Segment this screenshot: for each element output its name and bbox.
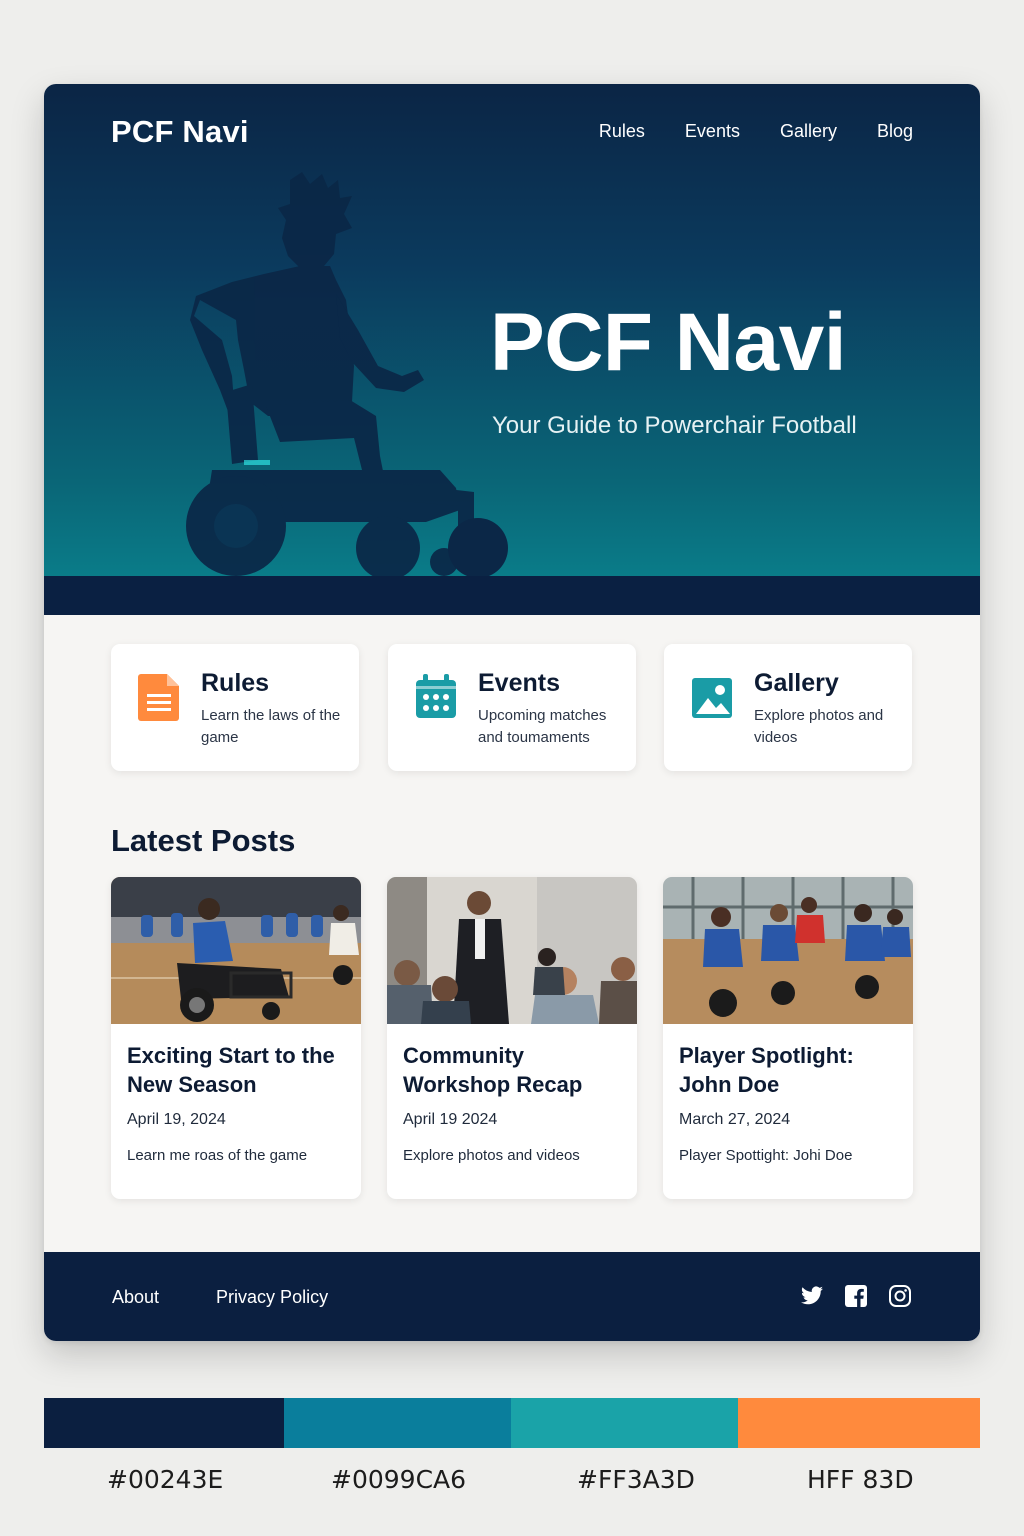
- document-icon: [138, 674, 179, 721]
- post-title[interactable]: Exciting Start to the New Season: [127, 1041, 352, 1099]
- post-date: April 19, 2024: [127, 1111, 226, 1128]
- twitter-icon[interactable]: [800, 1284, 824, 1308]
- palette-label: #FF3A3D: [577, 1465, 695, 1494]
- palette-swatch-navy: [44, 1398, 284, 1448]
- powerchair-player-silhouette: [186, 172, 508, 580]
- ball-icon: [448, 518, 508, 578]
- post-card[interactable]: Community Workshop Recap April 19 2024 E…: [387, 877, 637, 1199]
- nav-gallery[interactable]: Gallery: [780, 121, 837, 142]
- nav-rules[interactable]: Rules: [599, 121, 645, 142]
- latest-posts-heading: Latest Posts: [111, 823, 296, 858]
- color-palette: [44, 1398, 980, 1448]
- post-excerpt: Player Spottight: Johi Doe: [679, 1147, 853, 1164]
- post-title[interactable]: Community Workshop Recap: [403, 1041, 628, 1099]
- feature-title: Events: [478, 669, 560, 697]
- site-footer: About Privacy Policy: [44, 1252, 980, 1341]
- palette-swatch-orange: [738, 1398, 980, 1448]
- hero-section: PCF Navi Rules Events Gallery Blog PCF N…: [44, 84, 980, 615]
- feature-card-rules[interactable]: Rules Learn the laws of the game: [111, 644, 359, 771]
- palette-label: #00243E: [107, 1465, 224, 1494]
- palette-label: #0099CA6: [331, 1465, 467, 1494]
- hero-subtitle: Your Guide to Powerchair Football: [492, 412, 857, 439]
- post-excerpt: Learn me roas of the game: [127, 1147, 308, 1164]
- feature-cards: Rules Learn the laws of the game Events …: [111, 644, 913, 771]
- feature-description: Upcoming matches and toumaments: [478, 707, 607, 746]
- instagram-icon[interactable]: [888, 1284, 912, 1308]
- feature-card-gallery[interactable]: Gallery Explore photos and videos: [664, 644, 912, 771]
- footer-link-about[interactable]: About: [112, 1287, 159, 1308]
- footer-links: About Privacy Policy: [112, 1287, 328, 1308]
- palette-swatch-teal: [511, 1398, 738, 1448]
- palette-label: HFF 83D: [807, 1465, 914, 1494]
- feature-title: Gallery: [754, 669, 839, 697]
- nav-blog[interactable]: Blog: [877, 121, 913, 142]
- palette-labels: #00243E #0099CA6 #FF3A3D HFF 83D: [44, 1465, 980, 1495]
- feature-description: Learn the laws of the game: [201, 707, 341, 746]
- facebook-icon[interactable]: [844, 1284, 868, 1308]
- nav-events[interactable]: Events: [685, 121, 740, 142]
- post-image-powerchair-match: [111, 877, 361, 1024]
- site-brand[interactable]: PCF Navi: [111, 114, 249, 150]
- post-image-workshop: [387, 877, 637, 1024]
- calendar-icon: [416, 674, 456, 718]
- post-image-team-gym: [663, 877, 913, 1024]
- post-title[interactable]: Player Spotlight: John Doe: [679, 1041, 904, 1099]
- post-excerpt: Explore photos and videos: [403, 1147, 580, 1164]
- post-card[interactable]: Exciting Start to the New Season April 1…: [111, 877, 361, 1199]
- hero-ground-strip: [44, 576, 980, 615]
- post-date: April 19 2024: [403, 1111, 498, 1128]
- feature-card-events[interactable]: Events Upcoming matches and toumaments: [388, 644, 636, 771]
- feature-description: Explore photos and videos: [754, 707, 884, 746]
- hero-title: PCF Navi: [490, 297, 847, 388]
- footer-link-privacy[interactable]: Privacy Policy: [216, 1287, 328, 1308]
- post-card[interactable]: Player Spotlight: John Doe March 27, 202…: [663, 877, 913, 1199]
- post-date: March 27, 2024: [679, 1111, 791, 1128]
- main-nav: Rules Events Gallery Blog: [599, 121, 913, 142]
- feature-title: Rules: [201, 669, 270, 697]
- image-icon: [692, 678, 732, 718]
- social-links: [800, 1284, 912, 1308]
- palette-swatch-blue: [284, 1398, 511, 1448]
- app-window: PCF Navi Rules Events Gallery Blog PCF N…: [44, 84, 980, 1341]
